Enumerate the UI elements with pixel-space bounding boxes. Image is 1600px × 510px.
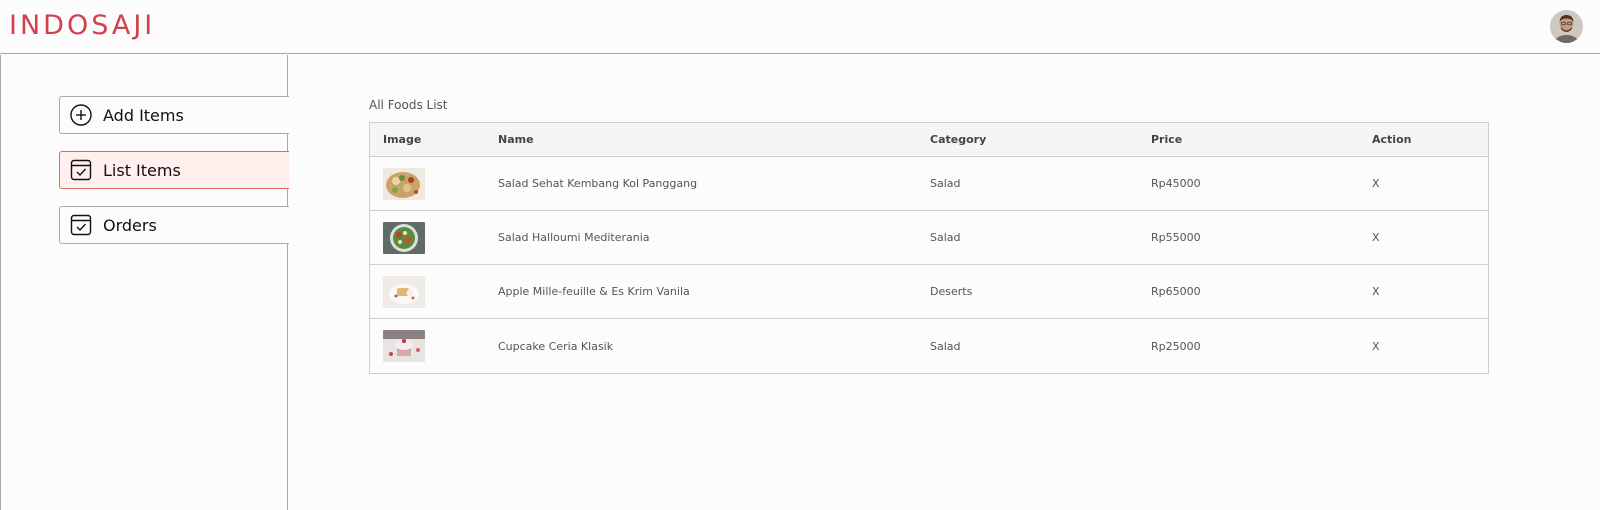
table-row: Salad Halloumi Mediterania Salad Rp55000… xyxy=(370,211,1488,265)
food-category: Salad xyxy=(930,231,961,244)
brand-logo[interactable]: INDOSAJI xyxy=(9,10,155,41)
top-navbar: INDOSAJI xyxy=(0,0,1600,54)
table-row: Salad Sehat Kembang Kol Panggang Salad R… xyxy=(370,157,1488,211)
food-category: Deserts xyxy=(930,285,973,298)
food-category: Salad xyxy=(930,339,961,353)
food-price: Rp65000 xyxy=(1151,285,1201,298)
sidebar-item-list-items[interactable]: List Items xyxy=(59,151,289,189)
sidebar-item-label: Add Items xyxy=(103,105,184,125)
column-header-action: Action xyxy=(1372,133,1412,146)
checklist-icon xyxy=(69,158,93,182)
column-header-image: Image xyxy=(383,133,422,146)
sidebar-item-add-items[interactable]: Add Items xyxy=(59,96,289,134)
food-name: Salad Sehat Kembang Kol Panggang xyxy=(498,177,698,190)
food-price: Rp25000 xyxy=(1151,339,1201,353)
add-circle-icon xyxy=(69,103,93,127)
foods-table: Image Name Category Price Action Salad S… xyxy=(369,122,1489,374)
column-header-category: Category xyxy=(930,133,987,146)
table-row: Cupcake Ceria Klasik Salad Rp25000 X xyxy=(370,319,1488,373)
sidebar-item-label: Orders xyxy=(103,215,157,235)
food-price: Rp45000 xyxy=(1151,177,1201,190)
table-row: Apple Mille-feuille & Es Krim Vanila Des… xyxy=(370,265,1488,319)
page-title: All Foods List xyxy=(369,98,448,112)
cupcake-thumb xyxy=(383,330,425,362)
apple-millefeuille-thumb xyxy=(383,275,425,308)
food-category: Salad xyxy=(930,177,961,190)
sidebar: Add Items List Items Orders xyxy=(0,55,289,510)
column-header-name: Name xyxy=(498,133,534,146)
profile-avatar[interactable] xyxy=(1550,10,1583,43)
salad-halloumi-thumb xyxy=(383,221,425,254)
remove-item-button[interactable]: X xyxy=(1359,340,1490,353)
column-header-price: Price xyxy=(1151,133,1183,146)
remove-item-button[interactable]: X xyxy=(1359,177,1490,190)
table-header-row: Image Name Category Price Action xyxy=(370,123,1488,157)
sidebar-item-label: List Items xyxy=(103,160,181,180)
food-name: Salad Halloumi Mediterania xyxy=(498,231,650,244)
sidebar-item-orders[interactable]: Orders xyxy=(59,206,289,244)
food-name: Cupcake Ceria Klasik xyxy=(498,339,614,353)
salad-cauliflower-thumb xyxy=(383,167,425,200)
remove-item-button[interactable]: X xyxy=(1359,285,1490,298)
remove-item-button[interactable]: X xyxy=(1359,231,1490,244)
avatar-image xyxy=(1550,10,1583,43)
food-name: Apple Mille-feuille & Es Krim Vanila xyxy=(498,285,690,298)
checklist-icon xyxy=(69,213,93,237)
food-price: Rp55000 xyxy=(1151,231,1201,244)
